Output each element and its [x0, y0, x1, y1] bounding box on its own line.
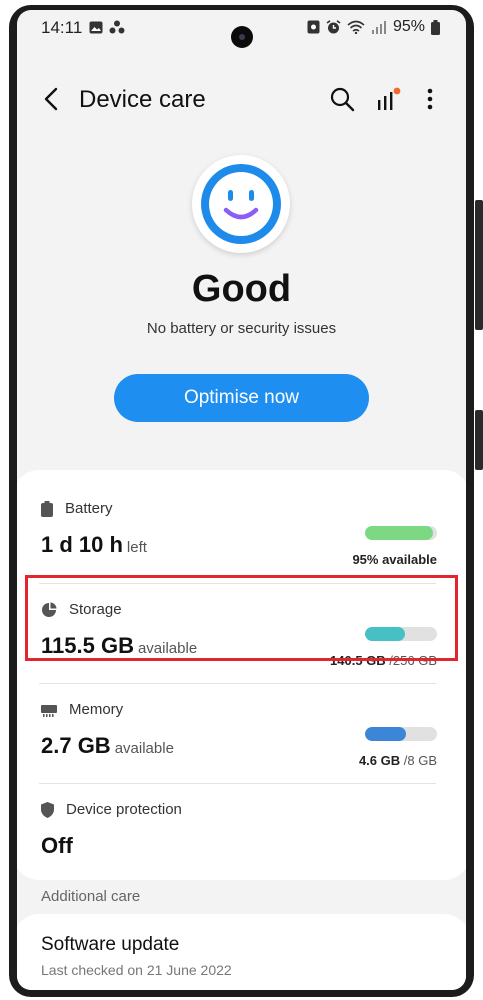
memory-available: 2.7 GB [41, 733, 111, 758]
front-camera [231, 26, 253, 48]
lock-screen-icon [307, 20, 320, 34]
status-bar: 14:11 95% [17, 10, 466, 50]
device-protection-label: Device protection [66, 801, 182, 818]
device-protection-row[interactable]: Device protection Off [17, 783, 462, 883]
battery-label: Battery [65, 500, 113, 517]
memory-total: /8 GB [403, 753, 437, 768]
software-update-subtitle: Last checked on 21 June 2022 [41, 962, 232, 978]
memory-row[interactable]: Memory 2.7 GB available 4.6 GB /8 GB [17, 683, 462, 783]
device-status-subtitle: No battery or security issues [146, 320, 337, 337]
memory-available-suffix: available [114, 740, 174, 757]
search-icon[interactable] [329, 86, 355, 112]
status-right: 95% [307, 18, 440, 36]
volume-button [475, 200, 483, 330]
memory-chip-icon [41, 704, 57, 717]
signal-icon [371, 21, 386, 34]
memory-bar-fill [365, 727, 407, 741]
more-options-icon[interactable] [422, 86, 438, 112]
battery-row[interactable]: Battery 1 d 10 h left 95% available [17, 482, 462, 582]
additional-care-heading: Additional care [41, 888, 141, 905]
status-time: 14:11 [41, 18, 83, 37]
battery-remaining-suffix: left [126, 539, 147, 556]
battery-icon [41, 500, 53, 517]
wifi-icon [347, 20, 365, 34]
screen: 14:11 95% Device care Good No battery or… [17, 10, 466, 990]
cluster-icon [109, 20, 125, 34]
battery-percent: 95% [392, 18, 425, 35]
back-arrow-icon[interactable] [37, 84, 67, 114]
storage-highlight [25, 575, 458, 661]
software-update-title: Software update [41, 934, 180, 955]
notification-icons [89, 20, 125, 34]
battery-icon [431, 19, 440, 35]
page-title: Device care [79, 86, 206, 113]
memory-label: Memory [69, 701, 124, 718]
battery-bar-fill [365, 526, 434, 540]
device-status: Good [191, 268, 292, 310]
device-care-card: Battery 1 d 10 h left 95% available Stora… [17, 470, 466, 880]
battery-bar [365, 526, 437, 540]
software-update-item[interactable]: Software update Last checked on 21 June … [17, 914, 466, 990]
phone-frame: 14:11 95% Device care Good No battery or… [0, 0, 483, 1000]
status-smiley [192, 155, 290, 253]
device-protection-value: Off [41, 833, 73, 858]
smiley-face-icon [201, 164, 281, 244]
app-bar: Device care [17, 80, 466, 120]
gallery-icon [89, 21, 103, 33]
optimise-now-button[interactable]: Optimise now [114, 374, 369, 422]
power-button [475, 410, 483, 470]
memory-used: 4.6 GB [358, 753, 401, 768]
statistics-icon[interactable] [375, 86, 401, 112]
battery-available: 95% available [352, 552, 437, 567]
memory-bar [365, 727, 437, 741]
shield-icon [41, 801, 54, 818]
alarm-icon [326, 19, 341, 33]
battery-remaining: 1 d 10 h [41, 532, 123, 557]
